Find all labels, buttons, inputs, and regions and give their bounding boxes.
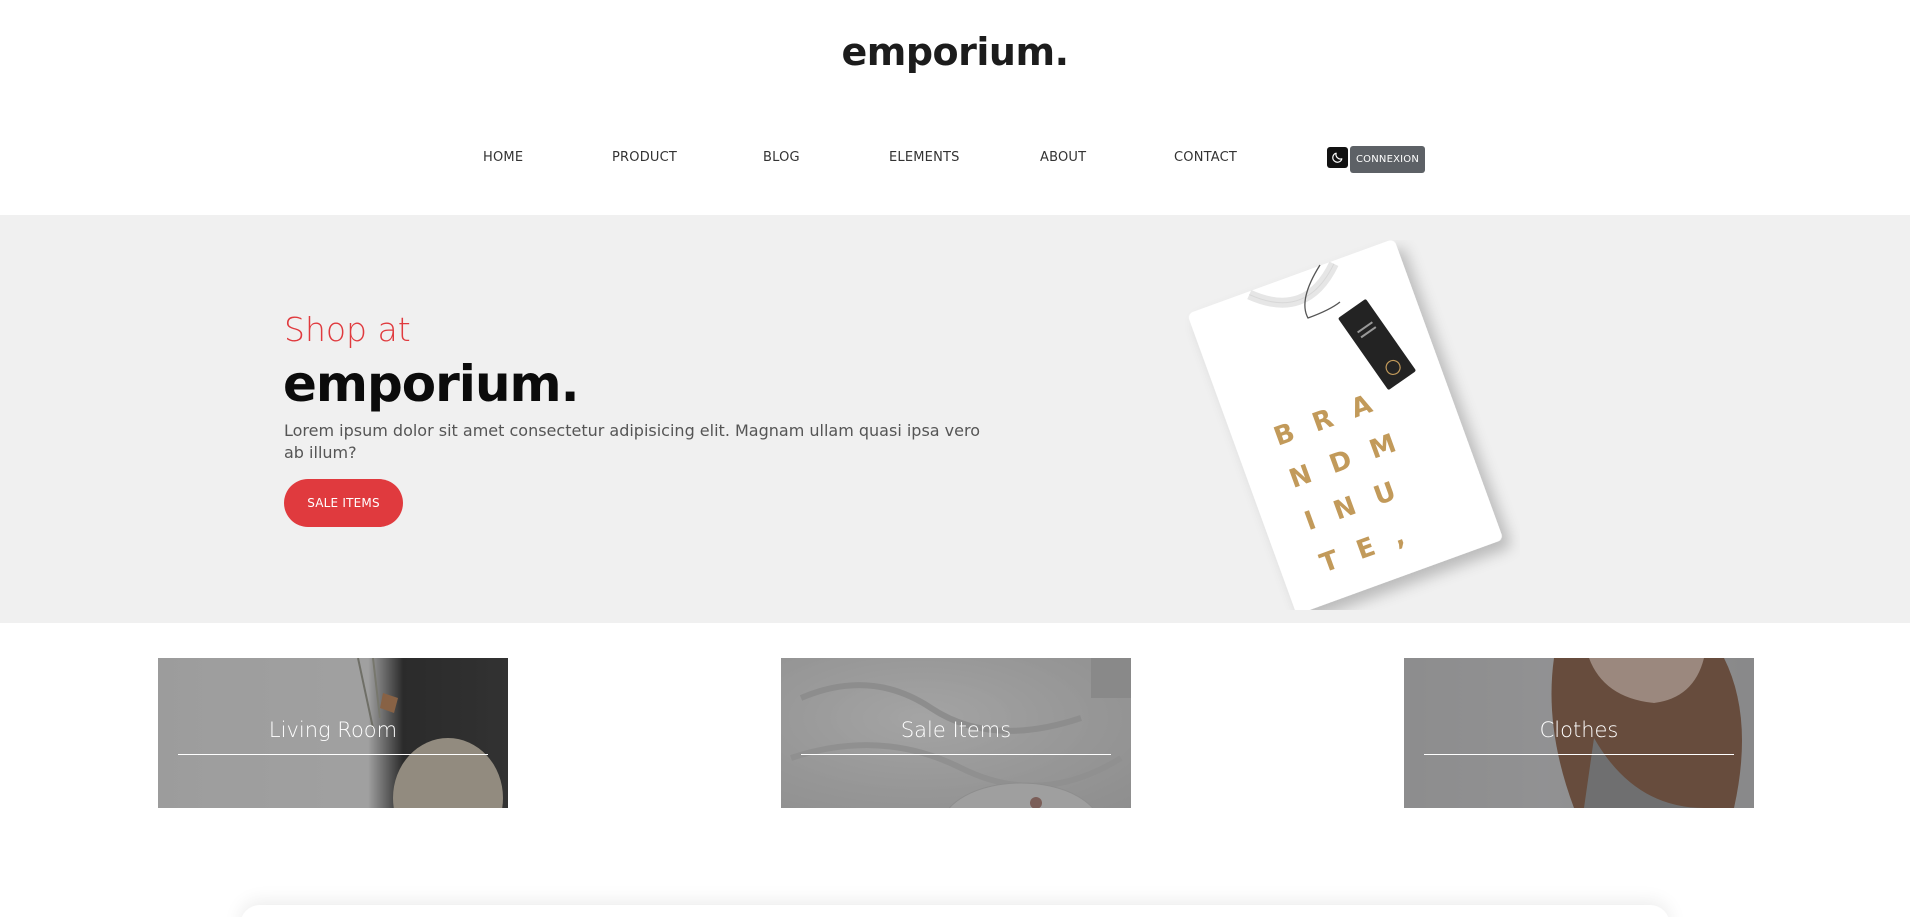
hero-title: emporium. xyxy=(283,355,580,413)
theme-toggle-button[interactable] xyxy=(1327,147,1348,168)
category-card-living-room[interactable]: Living Room xyxy=(158,658,508,808)
nav-item-blog[interactable]: BLOG xyxy=(763,150,800,165)
bottom-section-edge xyxy=(240,905,1670,917)
sale-items-button[interactable]: SALE ITEMS xyxy=(284,479,403,527)
category-underline xyxy=(1424,754,1734,755)
hero-description: Lorem ipsum dolor sit amet consectetur a… xyxy=(284,421,980,462)
connexion-button[interactable]: CONNEXION xyxy=(1350,146,1425,173)
nav-item-product[interactable]: PRODUCT xyxy=(612,150,677,165)
category-label: Living Room xyxy=(268,718,398,742)
hero-kicker: Shop at xyxy=(284,310,411,349)
hero-tshirt-image: B R A N D M I N U T E , xyxy=(1180,240,1520,613)
nav-item-elements[interactable]: ELEMENTS xyxy=(889,150,960,165)
category-underline xyxy=(178,754,488,755)
nav-item-about[interactable]: ABOUT xyxy=(1040,150,1086,165)
category-underline xyxy=(801,754,1111,755)
category-card-sale-items[interactable]: Sale Items xyxy=(781,658,1131,808)
category-card-clothes[interactable]: Clothes xyxy=(1404,658,1754,808)
main-nav: HOME PRODUCT BLOG ELEMENTS ABOUT CONTACT… xyxy=(0,146,1910,173)
category-label: Sale Items xyxy=(900,718,1012,742)
nav-item-contact[interactable]: CONTACT xyxy=(1174,150,1237,165)
category-label: Clothes xyxy=(1539,718,1619,742)
moon-icon xyxy=(1332,152,1343,163)
site-logo[interactable]: emporium. xyxy=(0,30,1910,74)
hero-banner: Shop at emporium. Lorem ipsum dolor sit … xyxy=(0,215,1910,623)
nav-item-home[interactable]: HOME xyxy=(483,150,523,165)
